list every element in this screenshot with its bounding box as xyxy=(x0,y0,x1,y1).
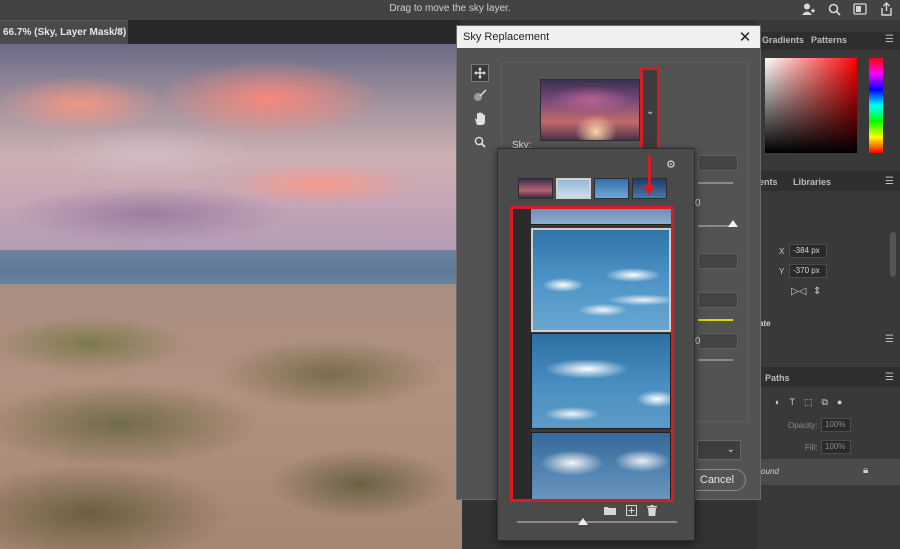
setting-slider-1[interactable] xyxy=(698,182,733,184)
canvas-beach xyxy=(0,284,462,549)
right-panels: Gradients Patterns ☰ ents Libraries ☰ X … xyxy=(757,20,900,549)
tab-libraries[interactable]: Libraries xyxy=(793,177,831,187)
category-sunsets[interactable] xyxy=(518,178,553,199)
tab-adjustments[interactable]: ents xyxy=(759,177,778,187)
flip-vertical-icon[interactable]: ⇕ xyxy=(813,286,821,297)
properties-tabs: ents Libraries ☰ xyxy=(757,171,900,191)
preset-strip-top[interactable] xyxy=(531,209,671,225)
annotation-arrow-line xyxy=(648,156,651,186)
sky-preset-2[interactable] xyxy=(531,333,671,429)
trash-icon[interactable] xyxy=(647,505,657,519)
setting-field-4[interactable] xyxy=(698,333,738,349)
y-field[interactable]: -370 px xyxy=(789,264,827,278)
layer-row-background[interactable]: ound 🔒︎ xyxy=(757,459,900,485)
new-preset-icon[interactable] xyxy=(626,505,637,519)
output-dropdown[interactable]: ⌄ xyxy=(697,440,741,460)
selected-sky-thumbnail[interactable] xyxy=(540,79,640,141)
sky-preset-3[interactable] xyxy=(531,432,671,499)
filter-toggle-icon[interactable]: ● xyxy=(837,397,842,408)
opacity-label: Opacity: xyxy=(788,421,818,430)
dialog-toolbar xyxy=(471,64,489,156)
sky-dropdown-button[interactable]: ⌄ xyxy=(640,67,660,155)
setting-field-1[interactable] xyxy=(698,155,738,171)
category-blue-skies[interactable] xyxy=(556,178,591,199)
hue-slider[interactable] xyxy=(869,58,883,153)
lock-icon: 🔒︎ xyxy=(863,465,869,476)
x-field[interactable]: -384 px xyxy=(789,244,827,258)
category-blue-skies-2[interactable] xyxy=(594,178,629,199)
layers-menu-icon[interactable]: ☰ xyxy=(885,372,894,383)
type-filter-icon[interactable]: T xyxy=(789,397,795,408)
document-tab[interactable]: 66.7% (Sky, Layer Mask/8) × xyxy=(0,20,128,44)
folder-icon[interactable] xyxy=(604,505,616,519)
setting-field-2[interactable] xyxy=(698,253,738,269)
setting-value-2: 0 xyxy=(695,336,701,347)
thumbnail-size-knob[interactable] xyxy=(578,518,588,525)
image-canvas[interactable] xyxy=(0,44,462,549)
document-tab-label: 66.7% (Sky, Layer Mask/8) xyxy=(3,27,127,38)
tab-paths[interactable]: Paths xyxy=(765,373,790,383)
top-icons xyxy=(800,1,894,17)
search-icon[interactable] xyxy=(826,1,842,17)
close-icon[interactable]: ✕ xyxy=(738,28,752,46)
dialog-title: Sky Replacement xyxy=(463,31,550,43)
properties-scrollbar[interactable] xyxy=(890,232,896,277)
dialog-titlebar: Sky Replacement ✕ xyxy=(457,26,760,48)
list-gutter xyxy=(513,209,531,499)
zoom-icon xyxy=(474,136,486,148)
setting-slider-3[interactable] xyxy=(698,359,733,361)
thumbnail-size-slider[interactable] xyxy=(517,521,677,523)
properties-bottom-menu-icon[interactable]: ☰ xyxy=(885,334,894,345)
zoom-tool[interactable] xyxy=(471,133,489,151)
layer-filter-icons: ◐ T ⬚ ⧉ ● xyxy=(775,397,842,408)
popup-footer-icons xyxy=(604,505,657,519)
panel-menu-icon[interactable]: ☰ xyxy=(885,34,894,45)
properties-menu-icon[interactable]: ☰ xyxy=(885,176,894,187)
setting-value-1: 0 xyxy=(695,198,701,209)
workspace-icon[interactable] xyxy=(852,1,868,17)
sky-preset-list[interactable] xyxy=(510,206,674,502)
canvas-sky xyxy=(0,44,462,250)
chevron-down-icon: ⌄ xyxy=(726,444,735,455)
move-icon xyxy=(474,67,486,79)
shape-filter-icon[interactable]: ⬚ xyxy=(804,397,813,408)
sky-brush-tool[interactable] xyxy=(471,87,489,105)
color-panel-tabs: Gradients Patterns ☰ xyxy=(757,32,900,50)
setting-field-3[interactable] xyxy=(698,292,738,308)
layer-name: ound xyxy=(761,467,779,476)
sky-preset-1[interactable] xyxy=(531,228,671,332)
share-icon[interactable] xyxy=(878,1,894,17)
flip-horizontal-icon[interactable]: ▷◁ xyxy=(791,286,806,297)
tab-patterns[interactable]: Patterns xyxy=(811,35,847,45)
layers-tabs: Paths ☰ xyxy=(757,367,900,387)
x-label: X xyxy=(779,247,785,256)
app-topbar: Drag to move the sky layer. xyxy=(0,0,900,20)
adjustment-filter-icon[interactable]: ◐ xyxy=(775,397,780,408)
close-tab-icon[interactable]: × xyxy=(116,27,122,38)
y-label: Y xyxy=(779,267,785,276)
brush-icon xyxy=(474,89,487,101)
fill-label: Fill: xyxy=(805,443,818,452)
cancel-button[interactable]: Cancel xyxy=(688,469,746,491)
chevron-down-icon: ⌄ xyxy=(646,106,655,117)
hand-tool[interactable] xyxy=(471,110,489,128)
color-adjust-line xyxy=(698,319,733,321)
hand-icon xyxy=(474,112,485,125)
tab-gradients[interactable]: Gradients xyxy=(762,35,804,45)
gear-icon[interactable]: ⚙ xyxy=(666,158,676,171)
move-sky-tool[interactable] xyxy=(471,64,489,82)
smart-filter-icon[interactable]: ⧉ xyxy=(821,397,827,408)
annotation-arrow-head xyxy=(643,185,655,196)
color-field[interactable] xyxy=(765,58,857,153)
fill-field[interactable]: 100% xyxy=(821,440,851,454)
document-tabbar: 66.7% (Sky, Layer Mask/8) × xyxy=(0,20,460,44)
opacity-field[interactable]: 100% xyxy=(821,418,851,432)
status-hint: Drag to move the sky layer. xyxy=(389,3,511,14)
user-add-icon[interactable] xyxy=(800,1,816,17)
slider-knob[interactable] xyxy=(728,220,738,227)
